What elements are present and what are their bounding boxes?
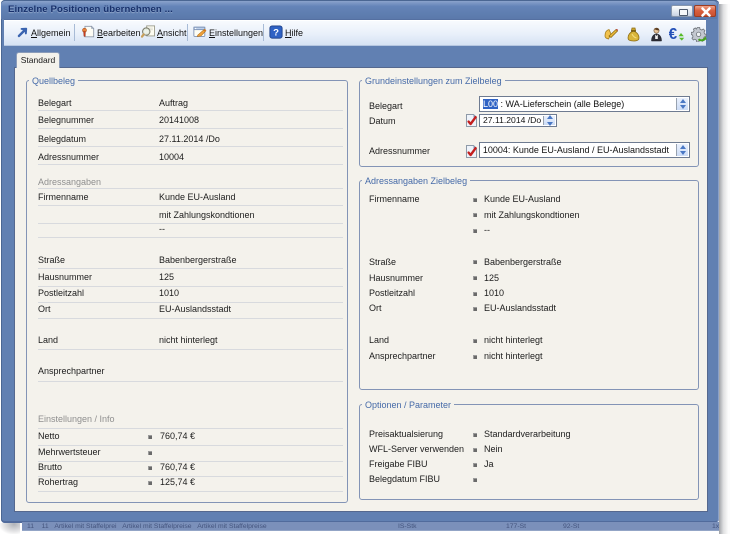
svg-text:?: ?	[273, 28, 279, 39]
svg-text:€: €	[669, 26, 678, 42]
